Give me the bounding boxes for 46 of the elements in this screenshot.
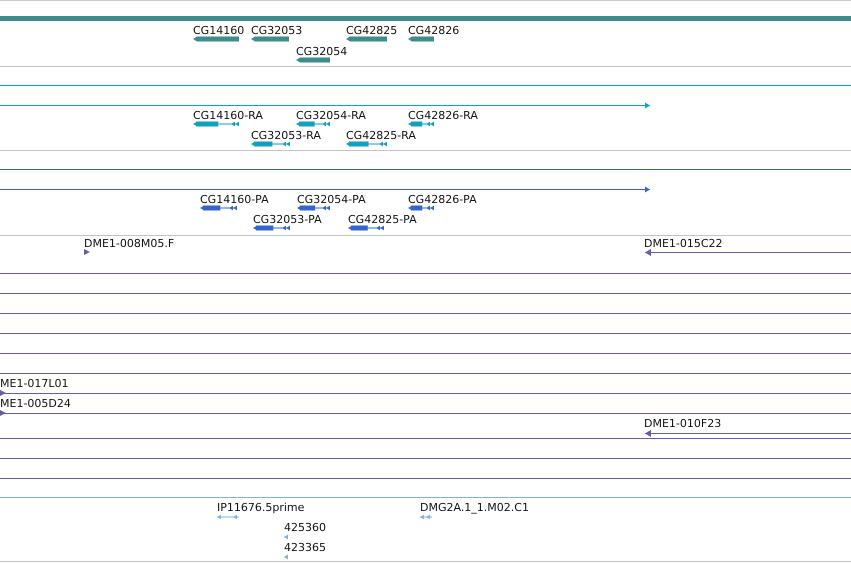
feature-label[interactable]: CG42825-RA <box>346 129 416 142</box>
feature-label[interactable]: DME1-015C22 <box>644 237 723 250</box>
feature-label[interactable]: ME1-005D24 <box>0 397 71 410</box>
feature-arrow[interactable] <box>251 142 290 146</box>
feature-label[interactable]: 425360 <box>284 521 326 534</box>
feature-arrow[interactable] <box>84 249 90 255</box>
feature-label[interactable]: CG32053-RA <box>251 129 321 142</box>
feature-arrow[interactable] <box>297 206 330 210</box>
feature-arrow[interactable] <box>348 226 384 230</box>
feature-label[interactable]: CG42825-PA <box>348 213 417 226</box>
feature-label[interactable]: CG14160 <box>193 24 244 37</box>
feature-label[interactable]: DMG2A.1_1.M02.C1 <box>420 501 529 514</box>
feature-label[interactable]: CG42826-PA <box>408 193 477 206</box>
feature-label[interactable]: CG32054 <box>296 45 348 58</box>
feature-label[interactable]: CG14160-RA <box>193 109 263 122</box>
feature-arrow[interactable] <box>408 206 434 210</box>
feature-line[interactable] <box>0 102 650 108</box>
feature-arrow[interactable] <box>193 122 240 126</box>
feature-arrow[interactable] <box>408 122 434 126</box>
feature-arrow[interactable] <box>346 142 388 146</box>
feature-label[interactable]: CG42825 <box>346 24 398 37</box>
feature-arrow[interactable] <box>644 248 851 256</box>
feature-arrow[interactable] <box>346 36 387 42</box>
feature-label[interactable]: CG32053 <box>251 24 302 37</box>
feature-arrow[interactable] <box>408 36 434 42</box>
feature-label[interactable]: CG42826-RA <box>408 109 478 122</box>
feature-line[interactable] <box>0 186 650 192</box>
feature-arrow[interactable] <box>0 390 851 396</box>
feature-arrow[interactable] <box>644 430 851 438</box>
feature-label[interactable]: 423365 <box>284 541 326 554</box>
feature-arrow[interactable] <box>251 36 289 42</box>
feature-label[interactable]: ME1-017L01 <box>0 377 69 390</box>
feature-label[interactable]: CG42826 <box>408 24 460 37</box>
feature-arrow[interactable] <box>296 122 330 126</box>
feature-label[interactable]: DME1-008M05.F <box>84 237 174 250</box>
feature-arrow[interactable] <box>193 36 239 42</box>
feature-arrow[interactable] <box>0 410 851 416</box>
feature-label[interactable]: CG14160-PA <box>200 193 269 206</box>
feature-arrow[interactable] <box>253 226 290 230</box>
feature-label[interactable]: IP11676.5prime <box>217 501 304 514</box>
feature-arrow[interactable] <box>200 206 238 210</box>
feature-label[interactable]: DME1-010F23 <box>644 417 722 430</box>
feature-label[interactable]: CG32053-PA <box>253 213 322 226</box>
feature-arrow[interactable] <box>296 58 330 62</box>
feature-label[interactable]: CG32054-RA <box>296 109 366 122</box>
feature-label[interactable]: CG32054-PA <box>297 193 366 206</box>
